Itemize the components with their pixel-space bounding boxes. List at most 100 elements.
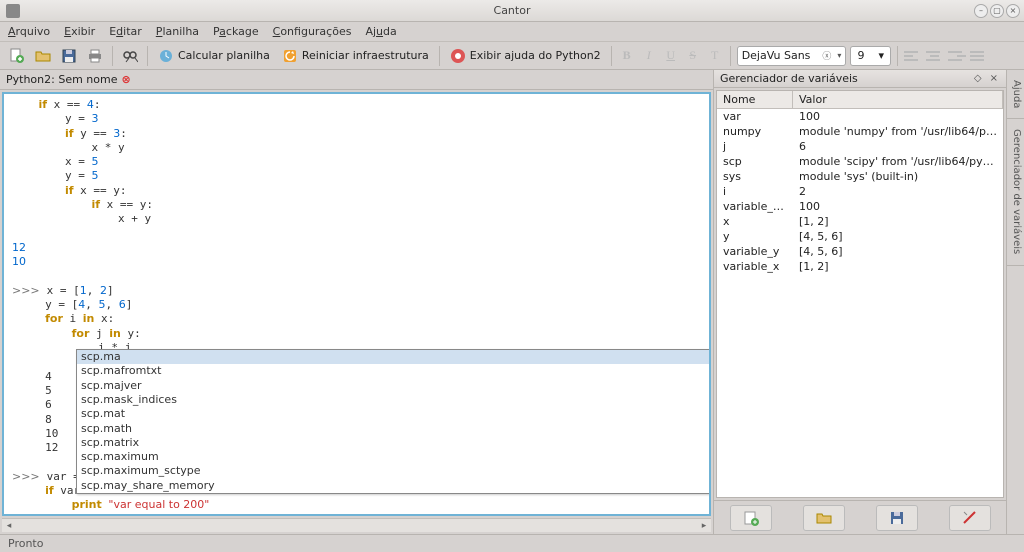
- align-right-button[interactable]: [948, 47, 966, 65]
- var-save-button[interactable]: [876, 505, 918, 531]
- var-value: module 'numpy' from '/usr/lib64/pyth...: [793, 124, 1003, 139]
- autocomplete-item[interactable]: scp.mat: [77, 407, 711, 421]
- var-panel-title: Gerenciador de variáveis: [720, 72, 858, 85]
- autocomplete-item[interactable]: scp.maximum: [77, 450, 711, 464]
- autocomplete-item[interactable]: scp.maximum_sctype: [77, 464, 711, 478]
- var-value: [4, 5, 6]: [793, 229, 1003, 244]
- status-text: Pronto: [8, 537, 43, 550]
- open-button[interactable]: [32, 45, 54, 67]
- close-button[interactable]: ×: [1006, 4, 1020, 18]
- h-scrollbar[interactable]: ◂ ▸: [2, 518, 711, 532]
- var-delete-button[interactable]: [949, 505, 991, 531]
- var-name: y: [717, 229, 793, 244]
- menu-configuracoes[interactable]: Configurações: [273, 25, 352, 38]
- var-row[interactable]: x[1, 2]: [717, 214, 1003, 229]
- reiniciar-button[interactable]: Reiniciar infraestrutura: [278, 48, 433, 64]
- window-title: Cantor: [494, 4, 531, 17]
- var-value: module 'sys' (built-in): [793, 169, 1003, 184]
- var-name: variable_x: [717, 259, 793, 274]
- var-name: sys: [717, 169, 793, 184]
- autocomplete-item[interactable]: scp.majver: [77, 379, 711, 393]
- clear-font-icon[interactable]: ⓧ: [822, 49, 831, 62]
- bold-button[interactable]: B: [618, 47, 636, 65]
- font-combo[interactable]: DejaVu Sans ⓧ ▾: [737, 46, 847, 66]
- underline-button[interactable]: U: [662, 47, 680, 65]
- menu-ajuda[interactable]: Ajuda: [365, 25, 396, 38]
- tab-close-icon[interactable]: ⊗: [121, 73, 130, 86]
- code-editor[interactable]: if x == 4: y = 3 if y == 3: x * y x = 5 …: [2, 92, 711, 516]
- var-add-button[interactable]: [730, 505, 772, 531]
- maximize-button[interactable]: ▢: [990, 4, 1004, 18]
- print-button[interactable]: [84, 45, 106, 67]
- side-tab-ajuda[interactable]: Ajuda: [1007, 70, 1024, 119]
- titlebar: Cantor – ▢ ×: [0, 0, 1024, 22]
- var-row[interactable]: variable_y[4, 5, 6]: [717, 244, 1003, 259]
- autocomplete-popup[interactable]: scp.mascp.mafromtxtscp.majverscp.mask_in…: [76, 349, 711, 494]
- autocomplete-item[interactable]: scp.math: [77, 422, 711, 436]
- autocomplete-item[interactable]: scp.matrix: [77, 436, 711, 450]
- var-name: scp: [717, 154, 793, 169]
- var-name: var: [717, 109, 793, 124]
- autocomplete-item[interactable]: scp.mask_indices: [77, 393, 711, 407]
- menu-planilha[interactable]: Planilha: [156, 25, 199, 38]
- var-col-value[interactable]: Valor: [793, 91, 1003, 108]
- autocomplete-item[interactable]: scp.may_share_memory: [77, 479, 711, 493]
- app-icon: [6, 4, 20, 18]
- chevron-down-icon: ▾: [878, 49, 884, 62]
- var-row[interactable]: scpmodule 'scipy' from '/usr/lib64/pytho…: [717, 154, 1003, 169]
- menu-exibir[interactable]: Exibir: [64, 25, 95, 38]
- save-button[interactable]: [58, 45, 80, 67]
- align-left-button[interactable]: [904, 47, 922, 65]
- side-tabs: Ajuda Gerenciador de variáveis: [1006, 70, 1024, 534]
- calcular-button[interactable]: Calcular planilha: [154, 48, 274, 64]
- var-panel-header: Gerenciador de variáveis ◇ ×: [714, 70, 1006, 88]
- align-center-button[interactable]: [926, 47, 944, 65]
- var-row[interactable]: variable_var100: [717, 199, 1003, 214]
- side-tab-gerenciador[interactable]: Gerenciador de variáveis: [1007, 119, 1024, 265]
- var-value: [1, 2]: [793, 259, 1003, 274]
- font-name: DejaVu Sans: [742, 49, 811, 62]
- find-button[interactable]: [119, 45, 141, 67]
- tab-label[interactable]: Python2: Sem nome: [6, 73, 117, 86]
- var-row[interactable]: i2: [717, 184, 1003, 199]
- var-table: Nome Valor var100numpymodule 'numpy' fro…: [716, 90, 1004, 498]
- align-justify-button[interactable]: [970, 47, 988, 65]
- var-row[interactable]: var100: [717, 109, 1003, 124]
- menubar: Arquivo Exibir Editar Planilha Package C…: [0, 22, 1024, 42]
- panel-detach-icon[interactable]: ◇: [972, 73, 984, 84]
- scroll-right-icon[interactable]: ▸: [697, 521, 711, 531]
- exibir-ajuda-button[interactable]: Exibir ajuda do Python2: [446, 48, 605, 64]
- scroll-left-icon[interactable]: ◂: [2, 521, 16, 531]
- font-size: 9: [857, 49, 864, 62]
- autocomplete-item[interactable]: scp.mafromtxt: [77, 364, 711, 378]
- statusbar: Pronto: [0, 534, 1024, 552]
- var-name: numpy: [717, 124, 793, 139]
- var-col-name[interactable]: Nome: [717, 91, 793, 108]
- var-row[interactable]: variable_x[1, 2]: [717, 259, 1003, 274]
- menu-package[interactable]: Package: [213, 25, 259, 38]
- var-name: variable_var: [717, 199, 793, 214]
- var-row[interactable]: y[4, 5, 6]: [717, 229, 1003, 244]
- panel-close-icon[interactable]: ×: [988, 73, 1000, 84]
- minimize-button[interactable]: –: [974, 4, 988, 18]
- chevron-down-icon: ▾: [837, 51, 841, 60]
- menu-arquivo[interactable]: Arquivo: [8, 25, 50, 38]
- menu-editar[interactable]: Editar: [109, 25, 142, 38]
- var-row[interactable]: j6: [717, 139, 1003, 154]
- var-value: 6: [793, 139, 1003, 154]
- var-value: [1, 2]: [793, 214, 1003, 229]
- var-row[interactable]: numpymodule 'numpy' from '/usr/lib64/pyt…: [717, 124, 1003, 139]
- toolbar: Calcular planilha Reiniciar infraestrutu…: [0, 42, 1024, 70]
- var-value: 100: [793, 109, 1003, 124]
- var-open-button[interactable]: [803, 505, 845, 531]
- autocomplete-item[interactable]: scp.ma: [77, 350, 711, 364]
- var-row[interactable]: sysmodule 'sys' (built-in): [717, 169, 1003, 184]
- strike-button[interactable]: S: [684, 47, 702, 65]
- new-button[interactable]: [6, 45, 28, 67]
- font-button[interactable]: T: [706, 47, 724, 65]
- var-name: x: [717, 214, 793, 229]
- fontsize-combo[interactable]: 9 ▾: [850, 46, 891, 66]
- italic-button[interactable]: I: [640, 47, 658, 65]
- var-name: variable_y: [717, 244, 793, 259]
- tab-row: Python2: Sem nome ⊗: [0, 70, 713, 90]
